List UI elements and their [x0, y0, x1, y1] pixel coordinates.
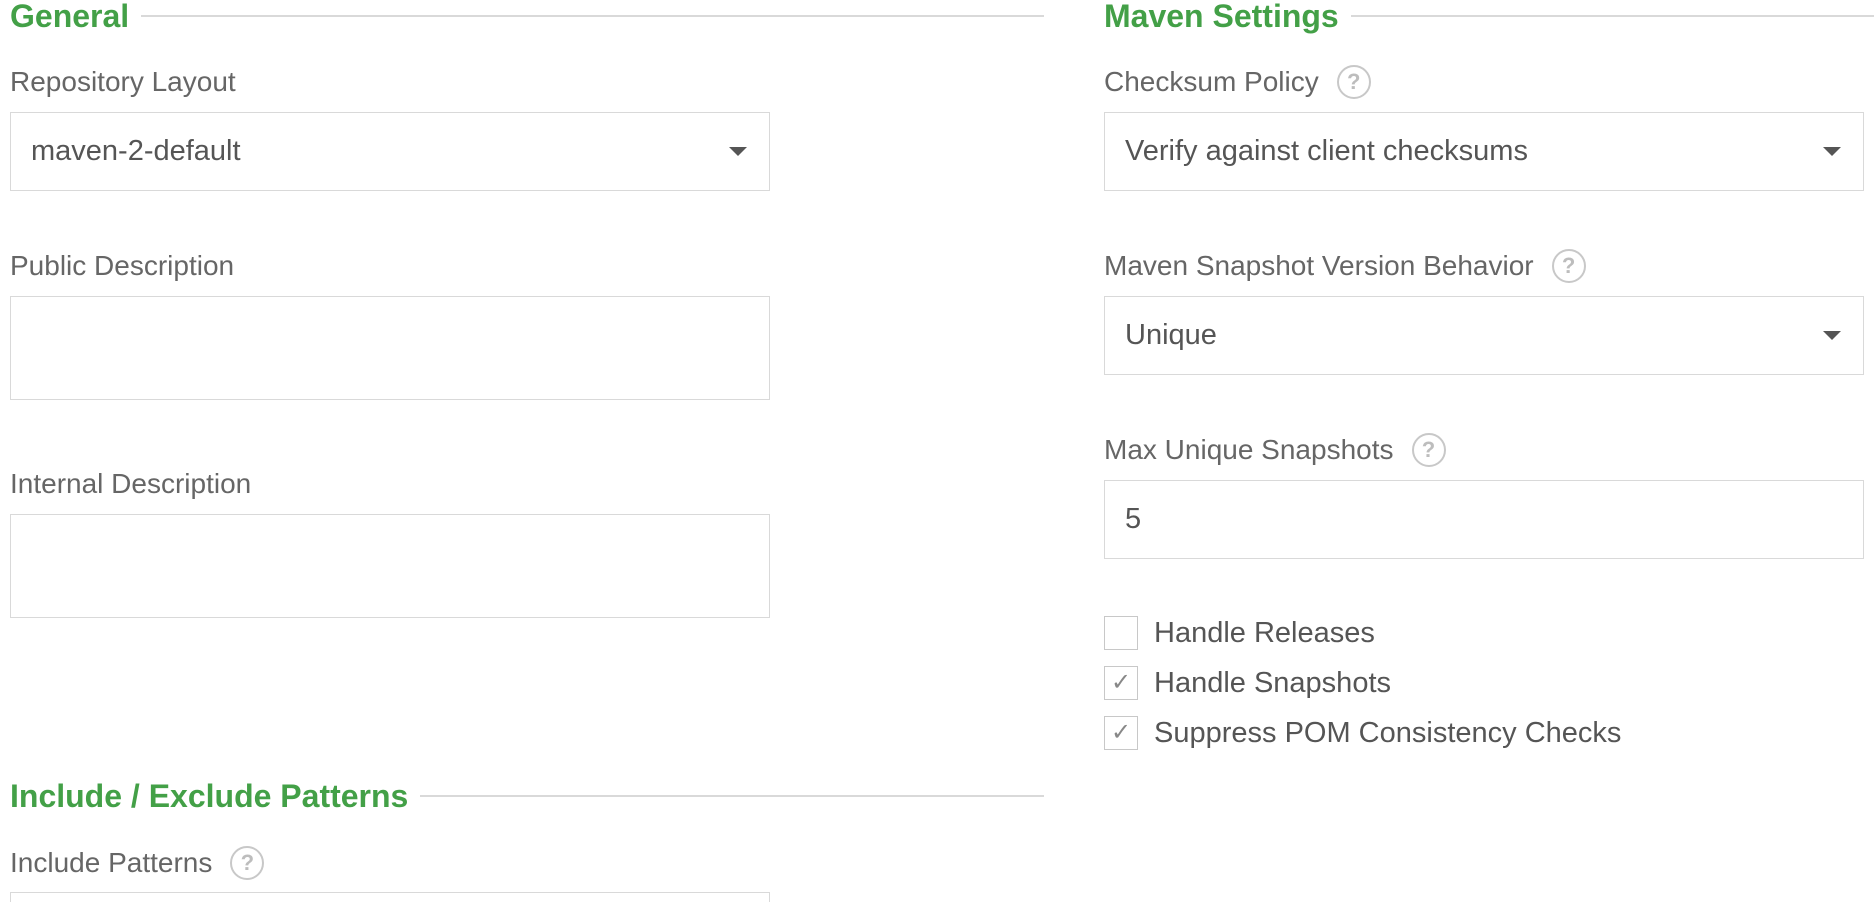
- repository-layout-label: Repository Layout: [10, 62, 236, 102]
- patterns-section-header: Include / Exclude Patterns: [10, 776, 1044, 816]
- internal-description-input[interactable]: [11, 515, 769, 617]
- handle-releases-label: Handle Releases: [1154, 616, 1375, 649]
- handle-snapshots-checkbox[interactable]: ✓: [1104, 666, 1138, 700]
- snapshot-behavior-label-text: Maven Snapshot Version Behavior: [1104, 250, 1534, 281]
- section-divider: [1350, 15, 1874, 17]
- include-patterns-label: Include Patterns ?: [10, 843, 265, 883]
- checkmark-icon: ✓: [1110, 719, 1132, 746]
- section-divider: [141, 15, 1044, 17]
- chevron-down-icon: [1823, 147, 1841, 156]
- checksum-policy-value: Verify against client checksums: [1125, 135, 1528, 167]
- snapshot-behavior-select[interactable]: Unique: [1104, 296, 1864, 375]
- handle-snapshots-label: Handle Snapshots: [1154, 666, 1391, 699]
- suppress-pom-checks-checkbox[interactable]: ✓: [1104, 716, 1138, 750]
- suppress-pom-checks-checkbox-row[interactable]: ✓ Suppress POM Consistency Checks: [1104, 716, 1621, 750]
- internal-description-label: Internal Description: [10, 464, 251, 504]
- chevron-down-icon: [729, 147, 747, 156]
- max-unique-snapshots-input[interactable]: [1125, 503, 1843, 536]
- section-title-general: General: [10, 0, 130, 34]
- checksum-policy-label: Checksum Policy ?: [1104, 62, 1371, 102]
- chevron-down-icon: [1823, 331, 1841, 340]
- public-description-field[interactable]: [10, 296, 770, 400]
- include-patterns-label-text: Include Patterns: [10, 847, 213, 878]
- section-title-patterns: Include / Exclude Patterns: [10, 777, 409, 814]
- handle-releases-checkbox-row[interactable]: Handle Releases: [1104, 616, 1375, 650]
- help-icon[interactable]: ?: [230, 846, 265, 880]
- help-icon[interactable]: ?: [1336, 65, 1371, 99]
- internal-description-label-text: Internal Description: [10, 468, 252, 499]
- public-description-label-text: Public Description: [10, 250, 235, 281]
- repository-layout-value: maven-2-default: [31, 135, 241, 167]
- snapshot-behavior-value: Unique: [1125, 319, 1217, 351]
- max-unique-snapshots-field[interactable]: [1104, 480, 1864, 559]
- handle-snapshots-checkbox-row[interactable]: ✓ Handle Snapshots: [1104, 666, 1391, 700]
- internal-description-field[interactable]: [10, 514, 770, 618]
- help-icon[interactable]: ?: [1411, 433, 1446, 467]
- checksum-policy-select[interactable]: Verify against client checksums: [1104, 112, 1864, 191]
- maven-settings-section-header: Maven Settings: [1104, 0, 1874, 36]
- include-patterns-field[interactable]: [10, 892, 770, 902]
- section-title-maven-settings: Maven Settings: [1104, 0, 1339, 34]
- help-icon[interactable]: ?: [1551, 249, 1586, 283]
- repository-layout-label-text: Repository Layout: [10, 66, 236, 97]
- checksum-policy-label-text: Checksum Policy: [1104, 66, 1319, 97]
- max-unique-snapshots-label-text: Max Unique Snapshots: [1104, 434, 1394, 465]
- repository-layout-select[interactable]: maven-2-default: [10, 112, 770, 191]
- public-description-input[interactable]: [11, 297, 769, 399]
- suppress-pom-checks-label: Suppress POM Consistency Checks: [1154, 716, 1622, 749]
- general-section-header: General: [10, 0, 1044, 36]
- checkmark-icon: ✓: [1110, 669, 1132, 696]
- max-unique-snapshots-label: Max Unique Snapshots ?: [1104, 430, 1446, 470]
- handle-releases-checkbox[interactable]: [1104, 616, 1138, 650]
- snapshot-behavior-label: Maven Snapshot Version Behavior ?: [1104, 246, 1586, 286]
- public-description-label: Public Description: [10, 246, 234, 286]
- section-divider: [420, 795, 1044, 797]
